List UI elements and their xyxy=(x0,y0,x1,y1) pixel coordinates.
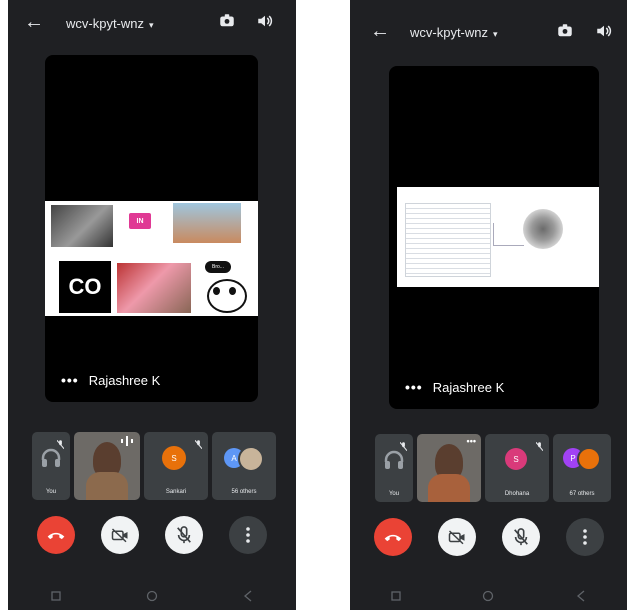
camera-off-button[interactable] xyxy=(437,518,476,556)
caret-down-icon: ▾ xyxy=(493,29,498,39)
nav-recent-icon[interactable] xyxy=(391,591,401,601)
participant-strip: You ••• S Dhohana P 67 others xyxy=(375,434,611,502)
participant-tile-video[interactable] xyxy=(74,432,140,500)
shared-image-photo xyxy=(117,263,191,313)
participant-tile-you[interactable]: You xyxy=(32,432,70,500)
shared-circle-pattern xyxy=(523,209,563,249)
end-call-icon xyxy=(47,532,65,540)
meet-screen-left: ← wcv-kpyt-wnz ▾ IN CO Bro... ••• Rajashr… xyxy=(8,0,296,610)
meeting-code-button[interactable]: wcv-kpyt-wnz ▾ xyxy=(410,25,498,40)
caret-down-icon: ▾ xyxy=(149,20,154,30)
participant-tile-sankari[interactable]: S Sankari xyxy=(144,432,208,500)
presentation-stage: IN CO Bro... ••• Rajashree K xyxy=(45,55,258,402)
mic-off-icon xyxy=(399,438,408,456)
participant-label: You xyxy=(45,489,57,495)
mic-off-icon xyxy=(56,436,65,454)
shared-tile-bro: Bro... xyxy=(205,261,231,273)
participant-tile-others[interactable]: A 56 others xyxy=(212,432,276,500)
android-nav-bar xyxy=(350,582,627,610)
camera-off-button[interactable] xyxy=(101,516,139,554)
participant-label: You xyxy=(388,491,400,497)
back-arrow-icon[interactable]: ← xyxy=(24,11,44,34)
speaker-icon[interactable] xyxy=(254,10,276,32)
top-bar: ← wcv-kpyt-wnz ▾ xyxy=(350,0,627,48)
mic-off-icon xyxy=(535,438,544,456)
more-dots-icon[interactable]: ••• xyxy=(61,372,79,388)
participant-tile-you[interactable]: You xyxy=(375,434,413,502)
android-nav-bar xyxy=(8,582,296,610)
mic-off-icon xyxy=(177,526,191,544)
avatar-secondary xyxy=(577,447,601,471)
nav-recent-icon[interactable] xyxy=(51,591,61,601)
end-call-icon xyxy=(384,534,401,542)
meet-screen-right: ← wcv-kpyt-wnz ▾ ••• Rajashree K You ••• xyxy=(350,0,627,610)
shared-chart xyxy=(493,223,524,246)
shared-image-cathedral xyxy=(173,203,241,243)
meeting-code-button[interactable]: wcv-kpyt-wnz ▾ xyxy=(66,16,154,31)
more-vert-icon xyxy=(582,529,587,545)
mic-off-button[interactable] xyxy=(501,518,540,556)
switch-camera-icon[interactable] xyxy=(554,20,576,42)
speaking-indicator-icon xyxy=(121,436,133,446)
more-dots-icon[interactable]: ••• xyxy=(405,379,423,395)
mic-off-icon xyxy=(194,436,203,454)
presenter-name: Rajashree K xyxy=(432,379,505,395)
participant-tile-dhohana[interactable]: S Dhohana xyxy=(485,434,549,502)
participant-label: 67 others xyxy=(569,491,595,497)
back-arrow-icon[interactable]: ← xyxy=(370,20,390,43)
avatar-photo xyxy=(238,446,264,472)
shared-tile-co: CO xyxy=(59,261,111,313)
nav-home-icon[interactable] xyxy=(146,590,158,602)
mic-off-icon xyxy=(513,528,528,546)
speaker-icon[interactable] xyxy=(593,20,615,42)
participant-tile-video[interactable]: ••• xyxy=(417,434,481,502)
more-dots-icon[interactable]: ••• xyxy=(467,436,476,446)
avatar: S xyxy=(162,446,186,470)
nav-back-icon[interactable] xyxy=(576,590,586,602)
avatar: S xyxy=(505,448,527,470)
camera-off-icon xyxy=(448,530,464,545)
presenter-label: ••• Rajashree K xyxy=(405,379,504,395)
presentation-stage: ••• Rajashree K xyxy=(389,66,599,409)
call-controls xyxy=(350,518,627,556)
shared-screen: IN CO Bro... xyxy=(45,201,258,316)
shared-image-tunnel xyxy=(51,205,113,247)
mic-off-button[interactable] xyxy=(165,516,203,554)
end-call-button[interactable] xyxy=(373,518,412,556)
participant-label: Sankari xyxy=(165,489,187,495)
more-vert-icon xyxy=(246,527,250,543)
nav-back-icon[interactable] xyxy=(243,590,253,602)
meeting-code: wcv-kpyt-wnz xyxy=(410,25,489,40)
shared-image-panda: Bro... xyxy=(199,259,255,315)
camera-off-icon xyxy=(111,528,128,543)
shared-spreadsheet xyxy=(405,203,491,277)
participant-strip: You S Sankari A 56 others xyxy=(32,432,276,500)
more-options-button[interactable] xyxy=(565,518,604,556)
more-options-button[interactable] xyxy=(229,516,267,554)
meeting-code: wcv-kpyt-wnz xyxy=(66,16,145,31)
shared-tile-in: IN xyxy=(129,213,151,229)
top-bar: ← wcv-kpyt-wnz ▾ xyxy=(8,0,296,48)
participant-tile-others[interactable]: P 67 others xyxy=(553,434,611,502)
end-call-button[interactable] xyxy=(37,516,75,554)
presenter-name: Rajashree K xyxy=(88,372,161,388)
shared-screen xyxy=(397,187,599,287)
participant-label: Dhohana xyxy=(504,491,530,497)
presenter-label: ••• Rajashree K xyxy=(61,372,160,388)
call-controls xyxy=(8,516,296,554)
nav-home-icon[interactable] xyxy=(482,590,494,602)
switch-camera-icon[interactable] xyxy=(216,10,238,32)
participant-label: 56 others xyxy=(231,489,257,495)
